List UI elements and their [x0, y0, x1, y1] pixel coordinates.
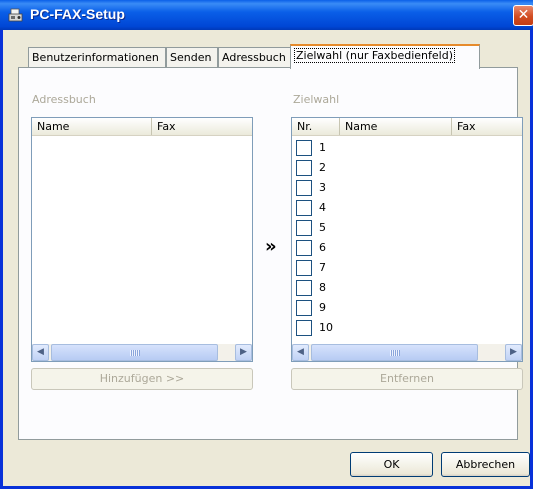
tab-benutzerinformationen[interactable]: Benutzerinformationen: [28, 47, 166, 68]
scroll-grip: [130, 350, 140, 356]
column-header-fax[interactable]: Fax: [152, 118, 252, 135]
row-number: 10: [319, 321, 333, 334]
row-checkbox[interactable]: [296, 160, 312, 176]
speeddial-hscrollbar[interactable]: ◀ ▶: [292, 344, 522, 361]
row-checkbox[interactable]: [296, 300, 312, 316]
scroll-right-button[interactable]: ▶: [505, 344, 522, 361]
transfer-arrows-icon: »: [265, 236, 277, 257]
dialog-window: PC-FAX-Setup ✕ Benutzerinformationen Sen…: [0, 0, 533, 489]
chevron-right-icon: ▶: [510, 347, 517, 357]
scroll-grip: [390, 350, 400, 356]
row-number: 5: [319, 221, 326, 234]
remove-button-label: Entfernen: [380, 372, 434, 385]
addressbook-list[interactable]: Name Fax ◀ ▶: [31, 117, 253, 362]
row-checkbox[interactable]: [296, 240, 312, 256]
cancel-button-label: Abbrechen: [455, 458, 516, 471]
row-checkbox[interactable]: [296, 260, 312, 276]
scroll-right-button[interactable]: ▶: [235, 344, 252, 361]
close-icon: ✕: [517, 7, 530, 23]
row-checkbox[interactable]: [296, 320, 312, 336]
tab-label: Zielwahl (nur Faxbedienfeld): [294, 48, 455, 63]
column-header-name[interactable]: Name: [340, 118, 452, 135]
ok-button-label: OK: [383, 458, 400, 471]
chevron-left-icon: ◀: [297, 347, 304, 357]
column-header-name[interactable]: Name: [32, 118, 152, 135]
row-number: 4: [319, 201, 326, 214]
window-title: PC-FAX-Setup: [30, 6, 125, 22]
row-checkbox[interactable]: [296, 180, 312, 196]
row-checkbox[interactable]: [296, 220, 312, 236]
add-button-label: Hinzufügen >>: [99, 372, 185, 385]
row-number: 8: [319, 281, 326, 294]
column-header-nr[interactable]: Nr.: [292, 118, 340, 135]
addressbook-list-header: Name Fax: [32, 118, 252, 136]
tab-label: Benutzerinformationen: [32, 51, 159, 64]
row-number: 2: [319, 161, 326, 174]
chevron-left-icon: ◀: [37, 347, 44, 357]
title-bar[interactable]: PC-FAX-Setup ✕: [0, 0, 533, 30]
add-button[interactable]: Hinzufügen >>: [31, 368, 253, 390]
speeddial-group-text: Zielwahl: [293, 93, 340, 106]
row-checkbox[interactable]: [296, 280, 312, 296]
row-number: 7: [319, 261, 326, 274]
close-button[interactable]: ✕: [513, 5, 533, 26]
fax-setup-icon: [8, 8, 23, 22]
scroll-left-button[interactable]: ◀: [292, 344, 309, 361]
addressbook-group-text: Adressbuch: [32, 93, 96, 106]
row-number: 1: [319, 141, 326, 154]
row-number: 3: [319, 181, 326, 194]
tab-label: Senden: [170, 51, 212, 64]
addressbook-group-label: Adressbuch: [32, 93, 96, 106]
speeddial-group-label: Zielwahl: [293, 93, 339, 106]
scroll-thumb[interactable]: [51, 344, 218, 361]
tab-adressbuch[interactable]: Adressbuch: [218, 47, 292, 68]
speeddial-list-header: Nr. Name Fax: [292, 118, 522, 136]
scroll-thumb[interactable]: [311, 344, 478, 361]
row-checkbox[interactable]: [296, 200, 312, 216]
tab-zielwahl[interactable]: Zielwahl (nur Faxbedienfeld): [290, 44, 480, 69]
speeddial-list[interactable]: Nr. Name Fax 1 2 3 4 5 6 7 8 9 10 ◀ ▶: [291, 117, 523, 362]
addressbook-hscrollbar[interactable]: ◀ ▶: [32, 344, 252, 361]
tab-label: Adressbuch: [222, 51, 286, 64]
tab-senden[interactable]: Senden: [166, 47, 218, 68]
ok-button[interactable]: OK: [350, 452, 433, 477]
remove-button[interactable]: Entfernen: [291, 368, 523, 390]
row-checkbox[interactable]: [296, 140, 312, 156]
row-number: 6: [319, 241, 326, 254]
chevron-right-icon: ▶: [240, 347, 247, 357]
column-header-fax[interactable]: Fax: [452, 118, 522, 135]
cancel-button[interactable]: Abbrechen: [441, 452, 530, 477]
scroll-left-button[interactable]: ◀: [32, 344, 49, 361]
row-number: 9: [319, 301, 326, 314]
